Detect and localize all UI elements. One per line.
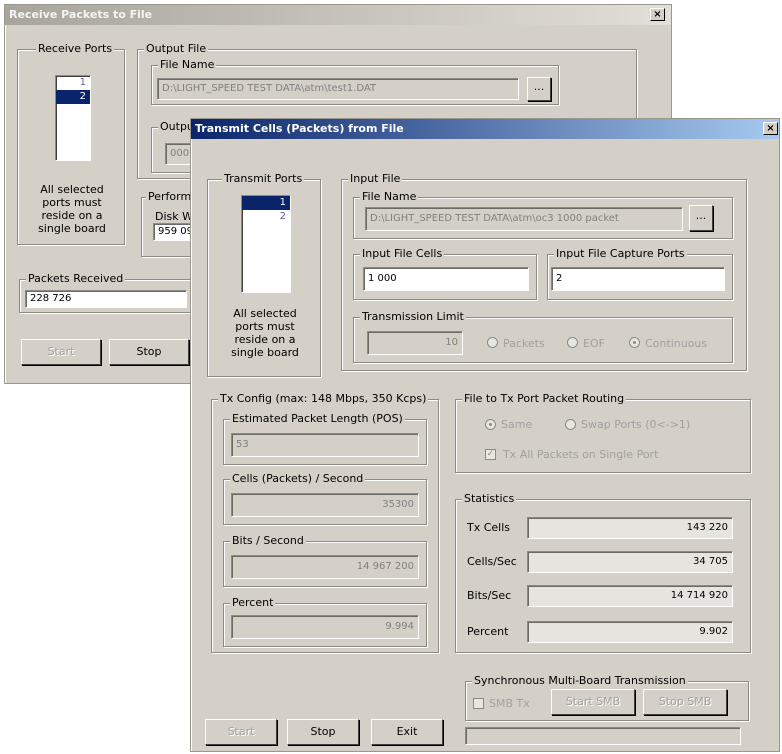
- capture-ports-field: 2: [551, 267, 725, 291]
- packets-received-field: 228 726: [25, 290, 187, 308]
- routing-same-label: Same: [501, 418, 533, 431]
- limit-continuous-label: Continuous: [645, 337, 708, 350]
- transmit-ports-list[interactable]: 1 2: [241, 195, 291, 293]
- stat-percent-label: Percent: [467, 625, 509, 638]
- single-port-checkbox[interactable]: ✓: [485, 449, 496, 460]
- smb-tx-label: SMB Tx: [489, 697, 530, 710]
- limit-eof-label: EOF: [583, 337, 605, 350]
- stat-cells-sec-label: Cells/Sec: [467, 555, 517, 568]
- start-smb-button[interactable]: Start SMB: [551, 689, 635, 715]
- bps-field[interactable]: 14 967 200: [231, 555, 419, 579]
- stat-tx-cells-field: 143 220: [527, 517, 733, 539]
- transmit-exit-button[interactable]: Exit: [371, 719, 443, 745]
- transmit-port-2[interactable]: 2: [242, 210, 290, 224]
- stat-cells-sec-field: 34 705: [527, 551, 733, 573]
- input-browse-button[interactable]: ...: [689, 205, 713, 231]
- routing-swap-label: Swap Ports (0<->1): [581, 418, 691, 431]
- smb-tx-checkbox[interactable]: [473, 698, 484, 709]
- transmit-start-button[interactable]: Start: [205, 719, 277, 745]
- transmit-ports-note: All selected ports must reside on a sing…: [231, 307, 299, 359]
- receive-ports-note: All selected ports must reside on a sing…: [38, 183, 106, 235]
- limit-continuous-radio[interactable]: [629, 337, 640, 348]
- transmit-title: Transmit Cells (Packets) from File: [191, 119, 779, 139]
- transmit-window: Transmit Cells (Packets) from File × Tra…: [190, 118, 780, 752]
- est-length-field[interactable]: 53: [231, 433, 419, 457]
- transmit-stop-button[interactable]: Stop: [287, 719, 359, 745]
- receive-ports-list[interactable]: 1 2: [55, 75, 91, 161]
- single-port-label: Tx All Packets on Single Port: [503, 448, 659, 461]
- routing-group: File to Tx Port Packet Routing: [455, 392, 751, 473]
- output-browse-button[interactable]: ...: [527, 77, 551, 101]
- routing-same-radio[interactable]: [485, 419, 496, 430]
- input-file-cells-field: 1 000: [363, 267, 529, 291]
- receive-title: Receive Packets to File: [5, 5, 671, 25]
- stat-tx-cells-label: Tx Cells: [467, 521, 511, 534]
- receive-close-button[interactable]: ×: [650, 8, 665, 21]
- percent-field[interactable]: 9.994: [231, 615, 419, 639]
- transmission-limit-field[interactable]: 10: [367, 331, 463, 355]
- output-file-name-field[interactable]: D:\LIGHT_SPEED TEST DATA\atm\test1.DAT: [157, 78, 519, 100]
- receive-port-1[interactable]: 1: [56, 76, 90, 90]
- receive-port-2[interactable]: 2: [56, 90, 90, 104]
- stop-smb-button[interactable]: Stop SMB: [643, 689, 727, 715]
- cps-field[interactable]: 35300: [231, 493, 419, 517]
- limit-packets-label: Packets: [503, 337, 545, 350]
- stat-bits-sec-label: Bits/Sec: [467, 589, 512, 602]
- receive-stop-button[interactable]: Stop: [109, 339, 189, 365]
- transmit-port-1[interactable]: 1: [242, 196, 290, 210]
- disk-write-field: 959 09: [153, 223, 195, 241]
- receive-start-button[interactable]: Start: [21, 339, 101, 365]
- status-bar: [465, 727, 741, 745]
- transmit-close-button[interactable]: ×: [763, 122, 778, 135]
- input-file-name-field[interactable]: D:\LIGHT_SPEED TEST DATA\atm\oc3 1000 pa…: [365, 207, 683, 231]
- limit-packets-radio[interactable]: [487, 337, 498, 348]
- limit-eof-radio[interactable]: [567, 337, 578, 348]
- stat-bits-sec-field: 14 714 920: [527, 585, 733, 607]
- stat-percent-field: 9.902: [527, 621, 733, 643]
- routing-swap-radio[interactable]: [565, 419, 576, 430]
